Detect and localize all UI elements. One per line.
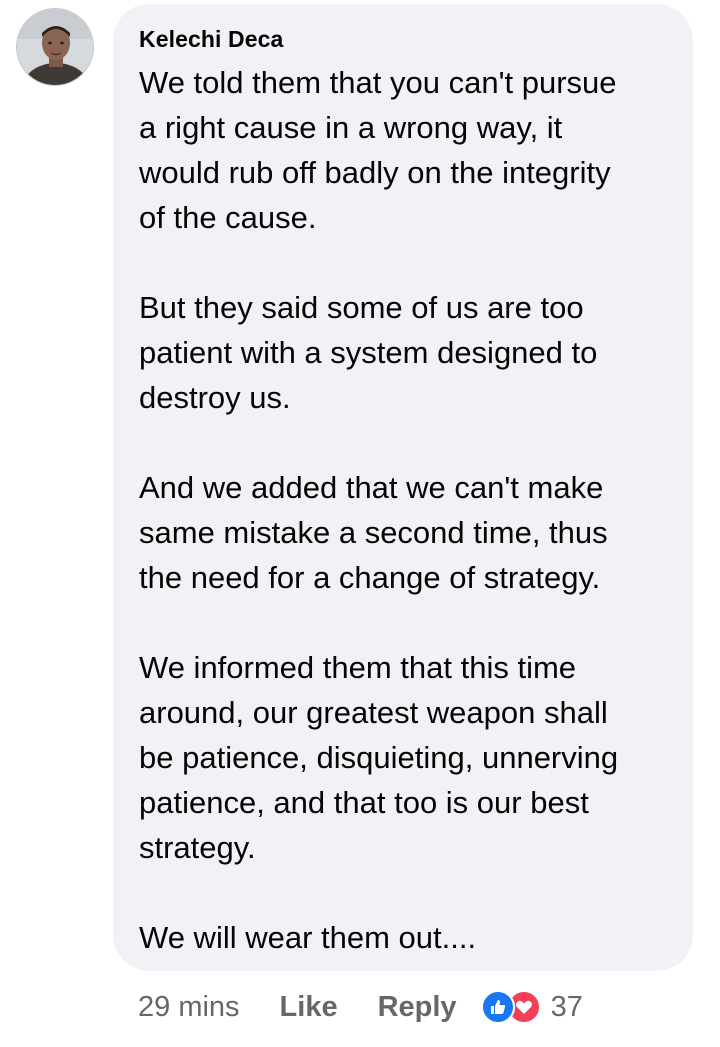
comment-line: patient with a system designed to xyxy=(139,335,598,370)
comment-line: around, our greatest weapon shall xyxy=(139,695,608,730)
comment-timestamp[interactable]: 29 mins xyxy=(138,991,240,1024)
comment-line: would rub off badly on the integrity xyxy=(139,155,611,190)
comment-line: same mistake a second time, thus xyxy=(139,515,608,550)
like-reaction-icon xyxy=(480,990,515,1024)
comment-line: a right cause in a wrong way, it xyxy=(139,110,563,145)
comment-paragraph: And we added that we can't make same mis… xyxy=(139,465,667,600)
like-button[interactable]: Like xyxy=(280,991,338,1024)
comment-line: We will wear them out.... xyxy=(139,920,477,955)
comment-line: be patience, disquieting, unnerving xyxy=(139,740,619,775)
comment-actions: 29 mins Like Reply 37 xyxy=(138,985,583,1029)
comment-line: But they said some of us are too xyxy=(139,290,584,325)
comment-author[interactable]: Kelechi Deca xyxy=(139,24,667,54)
reactions-summary[interactable]: 37 xyxy=(480,990,583,1024)
comment-paragraph: We informed them that this time around, … xyxy=(139,645,667,870)
comment-paragraph: We will wear them out.... xyxy=(139,915,667,960)
avatar-photo xyxy=(17,9,93,85)
comment-line: We told them that you can't pursue xyxy=(139,65,617,100)
comment-paragraph: But they said some of us are too patient… xyxy=(139,285,667,420)
comment-line: And we added that we can't make xyxy=(139,470,604,505)
comment-line: patience, and that too is our best xyxy=(139,785,589,820)
comment-body: We told them that you can't pursue a rig… xyxy=(139,60,667,960)
comment-bubble: Kelechi Deca We told them that you can't… xyxy=(113,4,693,971)
comment-line: the need for a change of strategy. xyxy=(139,560,601,595)
comment-line: We informed them that this time xyxy=(139,650,577,685)
comment-line: of the cause. xyxy=(139,200,317,235)
reply-button[interactable]: Reply xyxy=(378,991,457,1024)
comment: Kelechi Deca We told them that you can't… xyxy=(0,0,720,1047)
reaction-count: 37 xyxy=(550,990,583,1023)
comment-paragraph: We told them that you can't pursue a rig… xyxy=(139,60,667,240)
avatar[interactable] xyxy=(16,8,94,86)
comment-line: destroy us. xyxy=(139,380,291,415)
comment-line: strategy. xyxy=(139,830,256,865)
